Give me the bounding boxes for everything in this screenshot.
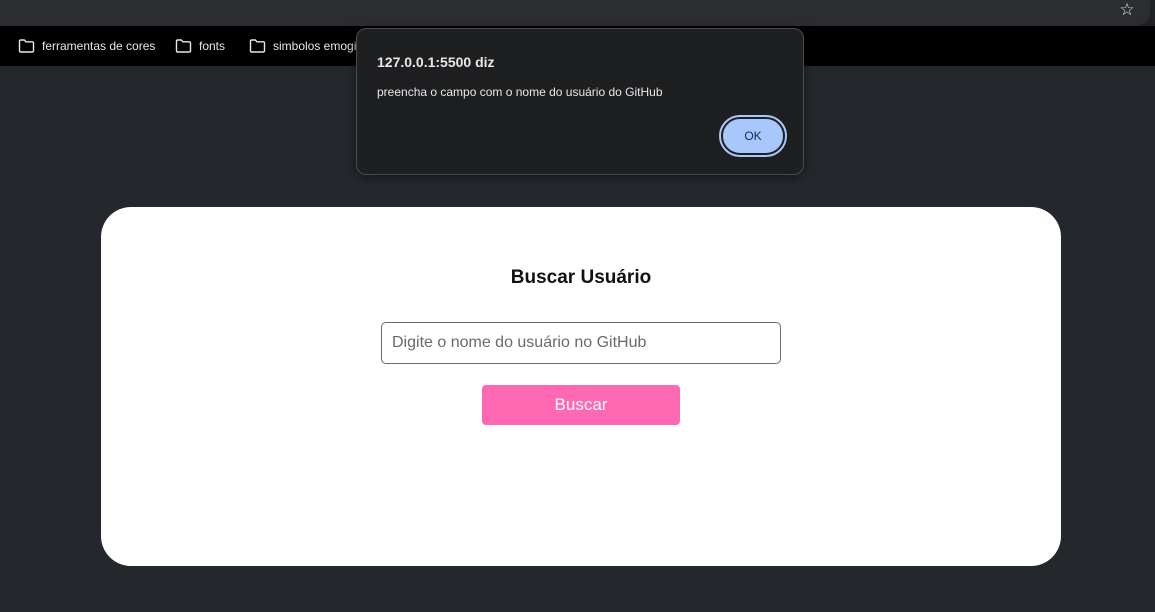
folder-icon (18, 39, 35, 53)
bookmark-label: simbolos emogi (273, 39, 357, 53)
alert-dialog: 127.0.0.1:5500 diz preencha o campo com … (356, 28, 804, 175)
bookmark-label: ferramentas de cores (42, 39, 156, 53)
alert-message: preencha o campo com o nome do usuário d… (377, 85, 663, 99)
search-card: Buscar Usuário Buscar (101, 207, 1061, 566)
bookmark-label: fonts (199, 39, 226, 53)
address-bar-strip (0, 0, 1150, 26)
folder-icon (249, 39, 266, 53)
page-title: Buscar Usuário (510, 267, 652, 288)
search-button[interactable]: Buscar (482, 385, 680, 425)
search-input[interactable] (381, 322, 781, 364)
bookmark-fonts[interactable]: fonts (175, 36, 225, 56)
ok-button[interactable]: OK (719, 115, 787, 157)
bookmark-ferramentas-de-cores[interactable]: ferramentas de cores (18, 36, 155, 56)
bookmark-simbolos-emogi[interactable]: simbolos emogi (249, 36, 356, 56)
folder-icon (175, 39, 192, 53)
alert-title: 127.0.0.1:5500 diz (377, 54, 495, 70)
bookmark-star-icon[interactable]: ☆ (1116, 0, 1138, 22)
